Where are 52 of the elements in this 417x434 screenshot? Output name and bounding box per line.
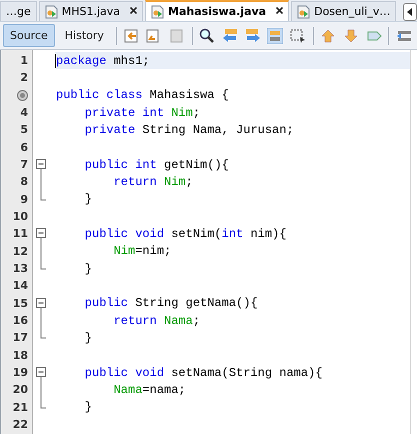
line-number: 1 xyxy=(20,54,28,68)
file-tab[interactable]: Mahasiswa.java xyxy=(145,0,290,21)
line-number: 9 xyxy=(20,192,28,206)
code-line: return Nama; xyxy=(112,314,200,328)
highlight-toggle-icon[interactable] xyxy=(265,26,286,46)
code-line: } xyxy=(84,400,92,414)
line-number: 4 xyxy=(20,106,28,120)
code-line: private String Nama, Jurusan; xyxy=(84,122,294,137)
code-line: public String getNama(){ xyxy=(84,296,258,310)
scroll-left-button[interactable] xyxy=(403,3,417,21)
code-line: public int getNim(){ xyxy=(84,158,229,172)
file-tab[interactable]: …ge xyxy=(0,1,37,21)
line-number: 6 xyxy=(20,140,28,154)
caret-left-icon xyxy=(407,8,413,16)
code-line: } xyxy=(84,192,92,206)
code-line: } xyxy=(84,262,92,276)
code-line: package mhs1; xyxy=(55,54,150,68)
java-file-icon xyxy=(151,4,164,18)
code-line: Nim=nim; xyxy=(112,244,172,258)
code-line: } xyxy=(84,330,92,345)
close-icon[interactable] xyxy=(130,7,138,14)
line-number: 10 xyxy=(12,210,28,224)
line-number: 5 xyxy=(20,123,28,136)
java-file-icon xyxy=(44,4,58,18)
line-number: 11 xyxy=(12,227,28,240)
line-number: 16 xyxy=(12,314,28,328)
code-line: public class Mahasiswa { xyxy=(55,88,229,102)
view-toggle-button[interactable]: History xyxy=(58,24,111,47)
line-number: 19 xyxy=(12,366,28,380)
file-tab[interactable]: MHS1.java xyxy=(38,1,144,21)
line-number: 14 xyxy=(12,279,28,292)
file-tab[interactable]: Dosen_uli_v… xyxy=(291,1,396,21)
line-number: 2 xyxy=(20,71,28,84)
code-line: return Nim; xyxy=(112,174,193,189)
line-number: 18 xyxy=(12,348,28,362)
line-number: 22 xyxy=(12,418,28,432)
code-line: public void setNama(String nama){ xyxy=(84,366,322,380)
line-number: 20 xyxy=(12,383,28,396)
java-file-icon xyxy=(297,4,310,18)
close-icon[interactable] xyxy=(276,7,284,14)
code-line: public void setNim(int nim){ xyxy=(84,226,286,241)
line-number: 21 xyxy=(12,400,28,414)
line-number: 17 xyxy=(12,331,28,344)
line-number: 13 xyxy=(12,262,28,276)
line-number: 15 xyxy=(12,296,28,310)
annotation-icon[interactable] xyxy=(17,90,28,101)
code-line: private int Nim; xyxy=(84,106,200,120)
code-line: Nama=nama; xyxy=(112,382,186,397)
line-number: 8 xyxy=(20,175,28,188)
line-number: 7 xyxy=(20,158,28,172)
line-number: 12 xyxy=(12,244,28,258)
view-toggle-button[interactable]: Source xyxy=(3,24,55,47)
